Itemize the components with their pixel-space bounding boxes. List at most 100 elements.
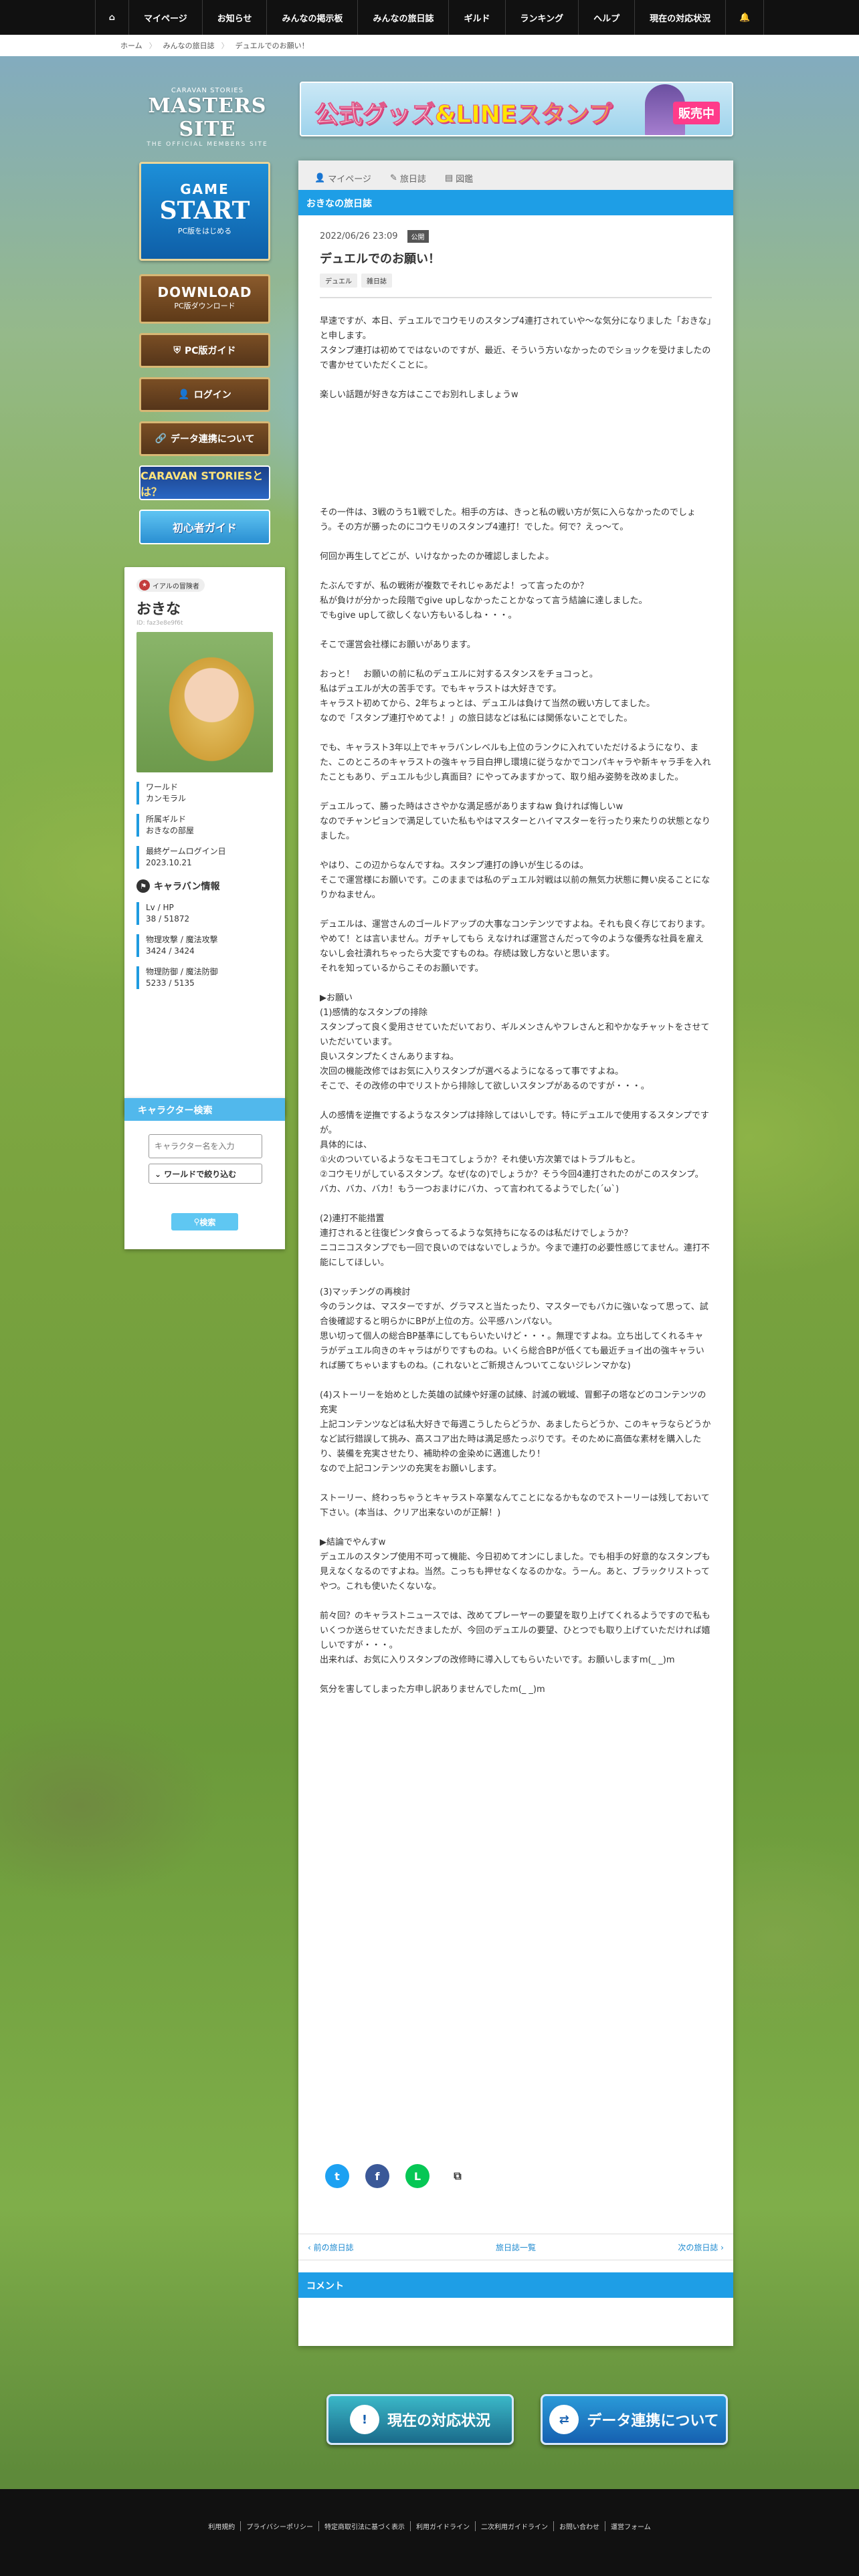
entry-date: 2022/06/26 23:09 (320, 231, 398, 241)
tab-encyclopedia[interactable]: ▤ 図鑑 (436, 166, 482, 190)
breadcrumb-home[interactable]: ホーム (120, 40, 142, 51)
prev-journal-link[interactable]: ‹ 前の旅日誌 (308, 2242, 354, 2253)
nav-help[interactable]: ヘルプ (578, 0, 634, 35)
entry-paragraph: デュエルは、運営さんのゴールドアップの大事なコンテンツですよね。それも良く存じて… (320, 920, 710, 974)
login-button[interactable]: 👤 ログイン (139, 377, 270, 412)
facebook-icon[interactable]: f (365, 2164, 389, 2188)
tab-journal[interactable]: ✎ 旅日誌 (381, 166, 436, 190)
breadcrumb: ホーム 〉 みんなの旅日誌 〉 デュエルでのお願い！ (120, 35, 309, 56)
entry-paragraph: やはり、この辺からなんですね。スタンプ連打の諍いが生じるのは。 そこで運営様にお… (320, 861, 710, 900)
entry-tag[interactable]: デュエル (320, 274, 357, 288)
status-button[interactable]: ! 現在の対応状況 (326, 2394, 514, 2445)
data-link-bottom-label: データ連携について (587, 2413, 719, 2430)
last-login-value: 2023.10.21 (146, 858, 192, 867)
login-label: ログイン (193, 390, 231, 401)
entry-paragraph: 人の感情を逆撫でするようなスタンプは排除してはいしです。特にデュエルで使用するス… (320, 1111, 709, 1194)
entry-paragraph: 早速ですが、本日、デュエルでコウモリのスタンプ4連打されていや～な気分になりまし… (320, 316, 712, 370)
site-logo[interactable]: CARAVAN STORIES MASTERS SITE THE OFFICIA… (120, 87, 294, 148)
journal-list-link[interactable]: 旅日誌一覧 (496, 2242, 536, 2253)
guild-value[interactable]: おきなの部屋 (146, 825, 273, 837)
profile-tabs: 👤 マイページ ✎ 旅日誌 ▤ 図鑑 (298, 160, 733, 190)
search-button[interactable]: ⚲ 検索 (171, 1213, 238, 1230)
entry-body: 早速ですが、本日、デュエルでコウモリのスタンプ4連打されていや～な気分になりまし… (320, 314, 712, 1697)
lv-hp-value: 38 / 51872 (146, 914, 190, 924)
sidebar: GAME START PC版をはじめる DOWNLOAD PC版ダウンロード ⛨… (139, 162, 270, 544)
info-icon: ! (349, 2405, 379, 2434)
attack-field: 物理攻撃 / 魔法攻撃 3424 / 3424 (136, 934, 273, 957)
entry-paragraph: ストーリー、終わっちゃうとキャラスト卒業なんてことになるかもなのでストーリーは残… (320, 1493, 710, 1518)
world-filter-select[interactable]: ⌄ ワールドで絞り込む (149, 1164, 262, 1184)
copy-icon[interactable]: ⧉ (446, 2164, 470, 2188)
caravan-stories-about-banner[interactable]: CARAVAN STORIESとは？ (139, 465, 270, 500)
journal-pager: ‹ 前の旅日誌 旅日誌一覧 次の旅日誌 › (298, 2234, 733, 2260)
profile-card: ★ イアルの冒険者 おきな ID: faz3e8e9f6t ワールド カンモラル… (124, 567, 285, 1115)
next-journal-link[interactable]: 次の旅日誌 › (678, 2242, 724, 2253)
nav-guild[interactable]: ギルド (448, 0, 504, 35)
entry-paragraph: デュエルって、勝った時はささやかな満足感がありますねw 負ければ悔しいw なので… (320, 802, 710, 841)
line-icon[interactable]: L (405, 2164, 430, 2188)
footer-link-secondary[interactable]: 二次利用ガイドライン (475, 2521, 553, 2531)
nav-mypage[interactable]: マイページ (128, 0, 202, 35)
entry-tag[interactable]: 雑日誌 (361, 274, 392, 288)
bell-icon[interactable]: 🔔 (725, 0, 765, 35)
caravan-info-heading: ⚑ キャラバン情報 (136, 879, 273, 893)
twitter-icon[interactable]: t (325, 2164, 349, 2188)
defense-value: 5233 / 5135 (146, 978, 195, 988)
entry-paragraph: 何回か再生してどこが、いけなかったのか確認しましたよ。 (320, 552, 554, 562)
entry-tags: デュエル 雑日誌 (320, 274, 712, 288)
entry-paragraph: おっと！ お願いの前に私のデュエルに対するスタンスをチョコっと。 私はデュエルが… (320, 669, 655, 724)
entry-paragraph (320, 417, 712, 491)
footer-link-commerce[interactable]: 特定商取引法に基づく表示 (318, 2521, 410, 2531)
entry-paragraph: (3)マッチングの再検討 今のランクは、マスターですが、グラマスと当たったり、マ… (320, 1287, 708, 1371)
beginner-guide-banner[interactable]: 初心者ガイド (139, 510, 270, 544)
footer-link-terms[interactable]: 利用規約 (203, 2521, 240, 2531)
tab-mypage[interactable]: 👤 マイページ (305, 166, 381, 190)
nav-ranking[interactable]: ランキング (504, 0, 579, 35)
breadcrumb-separator: 〉 (221, 41, 229, 50)
footer-links: 利用規約 プライバシーポリシー 特定商取引法に基づく表示 利用ガイドライン 二次… (0, 2521, 859, 2531)
comment-section-title: コメント (298, 2272, 733, 2298)
pc-guide-button[interactable]: ⛨ PC版ガイド (139, 333, 270, 368)
entry-paragraph: たぶんですが、私の戦術が複数でそれじゃあだよ！って言ったのか？ 私が負けが分かっ… (320, 581, 648, 621)
breadcrumb-journals[interactable]: みんなの旅日誌 (163, 40, 215, 51)
character-search-panel: キャラクター検索 ⌄ ワールドで絞り込む ⚲ 検索 (124, 1098, 285, 1249)
title-badge: ★ イアルの冒険者 (136, 578, 205, 592)
character-search-input[interactable] (149, 1134, 262, 1158)
download-button[interactable]: DOWNLOAD PC版ダウンロード (139, 274, 270, 324)
entry-paragraph: ▶お願い (1)感情的なスタンプの排除 スタンプって良く愛用させていただいており… (320, 993, 710, 1091)
journal-entry: 2022/06/26 23:09 公開 デュエルでのお願い！ デュエル 雑日誌 … (298, 215, 733, 1697)
lv-hp-field: Lv / HP 38 / 51872 (136, 902, 273, 925)
footer-link-privacy[interactable]: プライバシーポリシー (240, 2521, 318, 2531)
character-portrait (136, 632, 273, 772)
nav-journals[interactable]: みんなの旅日誌 (357, 0, 448, 35)
pc-guide-label: PC版ガイド (184, 346, 236, 356)
entry-paragraph: その一件は、3戦のうち1戦でした。相手の方は、きっと私の戦い方が気に入らなかった… (320, 508, 696, 532)
link-icon: ⇄ (549, 2405, 579, 2434)
status-button-label: 現在の対応状況 (387, 2413, 490, 2430)
game-start-button[interactable]: GAME START PC版をはじめる (139, 162, 270, 261)
footer-link-contact[interactable]: お問い合わせ (553, 2521, 605, 2531)
attack-value: 3424 / 3424 (146, 946, 195, 956)
journal-panel: 👤 マイページ ✎ 旅日誌 ▤ 図鑑 おきなの旅日誌 2022/06/26 23:09… (298, 160, 733, 2346)
tab-journal-label: 旅日誌 (399, 174, 426, 185)
lv-hp-label: Lv / HP (146, 903, 174, 912)
goods-banner[interactable]: 公式グッズ&LINEスタンプ 販売中 (300, 82, 733, 136)
data-link-bottom-button[interactable]: ⇄ データ連携について (541, 2394, 728, 2445)
footer-link-form[interactable]: 運営フォーム (605, 2521, 656, 2531)
entry-paragraph: (4)ストーリーを始めとした英雄の試練や好運の試練、討滅の戦域、冒郵子の塔などの… (320, 1390, 711, 1474)
nav-status[interactable]: 現在の対応状況 (634, 0, 725, 35)
entry-paragraph: ▶結論でやんすw デュエルのスタンプ使用不可って機能、今日初めてオンにしました。… (320, 1537, 710, 1592)
world-label: ワールド (146, 782, 179, 792)
global-nav: ⌂ マイページ お知らせ みんなの掲示板 みんなの旅日誌 ギルド ランキング ヘ… (0, 0, 859, 35)
data-link-button[interactable]: 🔗 データ連携について (139, 421, 270, 456)
entry-paragraph: でも、キャラスト3年以上でキャラバンレベルも上位のランクに入れていただけるように… (320, 743, 711, 782)
defense-label: 物理防御 / 魔法防御 (146, 967, 218, 976)
footer-link-guideline[interactable]: 利用ガイドライン (410, 2521, 475, 2531)
nav-news[interactable]: お知らせ (201, 0, 267, 35)
nav-board[interactable]: みんなの掲示板 (266, 0, 357, 35)
world-field: ワールド カンモラル (136, 782, 273, 804)
entry-title: デュエルでのお願い！ (320, 252, 440, 266)
home-icon[interactable]: ⌂ (94, 0, 128, 35)
world-value: カンモラル (146, 794, 187, 803)
link-icon: 🔗 (155, 433, 167, 444)
